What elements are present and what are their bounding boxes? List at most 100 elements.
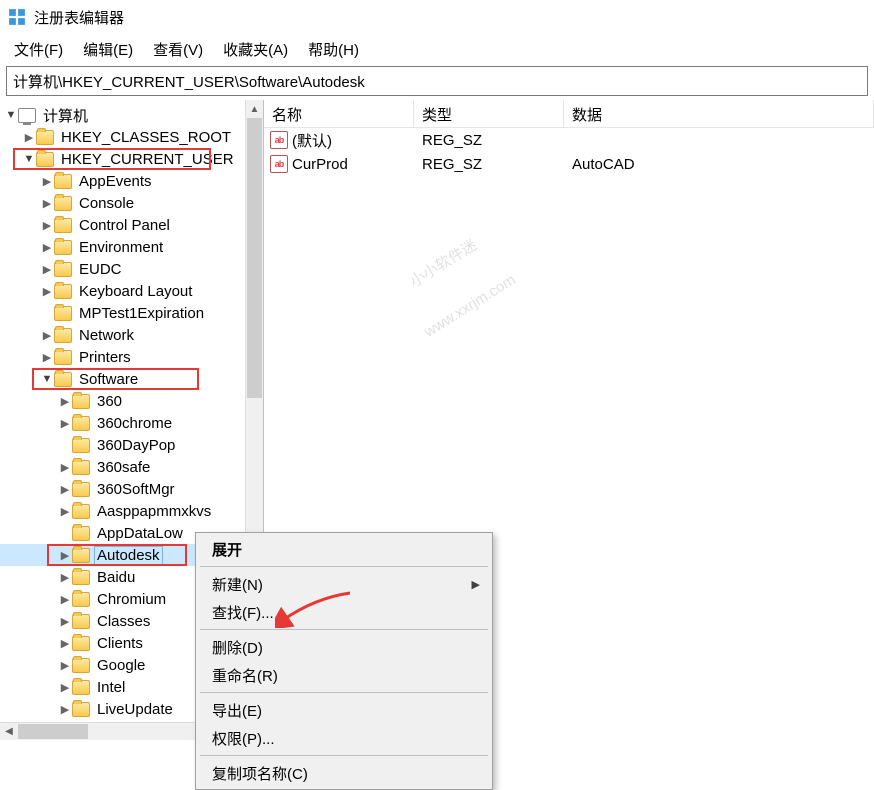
folder-icon	[72, 504, 90, 519]
tree-item[interactable]: Printers	[0, 346, 263, 368]
expand-icon[interactable]	[58, 483, 72, 496]
tree-item[interactable]: 360DayPop	[0, 434, 263, 456]
expand-icon[interactable]	[40, 263, 54, 276]
folder-icon	[36, 152, 54, 167]
computer-icon	[18, 108, 36, 123]
expand-icon[interactable]	[58, 681, 72, 694]
tree-item[interactable]: Environment	[0, 236, 263, 258]
tree-item[interactable]: Keyboard Layout	[0, 280, 263, 302]
ctx-expand[interactable]: 展开	[198, 535, 490, 563]
ctx-new[interactable]: 新建(N)▶	[198, 570, 490, 598]
expand-icon[interactable]	[58, 593, 72, 606]
expand-icon[interactable]	[58, 461, 72, 474]
ctx-rename[interactable]: 重命名(R)	[198, 661, 490, 689]
ctx-export[interactable]: 导出(E)	[198, 696, 490, 724]
path-text: 计算机\HKEY_CURRENT_USER\Software\Autodesk	[13, 71, 365, 92]
folder-icon	[72, 548, 90, 563]
folder-icon	[54, 174, 72, 189]
folder-icon	[36, 130, 54, 145]
expand-icon[interactable]	[58, 637, 72, 650]
tree-item[interactable]: EUDC	[0, 258, 263, 280]
expand-icon[interactable]	[40, 285, 54, 298]
expand-icon[interactable]	[58, 417, 72, 430]
tree-item[interactable]: 360	[0, 390, 263, 412]
titlebar: 注册表编辑器	[0, 0, 874, 34]
address-bar[interactable]: 计算机\HKEY_CURRENT_USER\Software\Autodesk	[6, 66, 868, 96]
folder-icon	[54, 372, 72, 387]
submenu-arrow-icon: ▶	[472, 578, 480, 591]
folder-icon	[54, 328, 72, 343]
expand-icon[interactable]	[40, 351, 54, 364]
tree-item[interactable]: 360SoftMgr	[0, 478, 263, 500]
value-row[interactable]: abCurProdREG_SZAutoCAD	[264, 152, 874, 176]
tree-item[interactable]: Software	[0, 368, 263, 390]
folder-icon	[72, 526, 90, 541]
expand-icon[interactable]	[22, 131, 36, 144]
expand-icon[interactable]	[58, 703, 72, 716]
tree-item[interactable]: Aasppapmmxkvs	[0, 500, 263, 522]
ctx-copyname[interactable]: 复制项名称(C)	[198, 759, 490, 787]
folder-icon	[54, 306, 72, 321]
folder-icon	[72, 482, 90, 497]
tree-hkcu[interactable]: HKEY_CURRENT_USER	[0, 148, 263, 170]
ctx-perm[interactable]: 权限(P)...	[198, 724, 490, 752]
ctx-find[interactable]: 查找(F)...	[198, 598, 490, 626]
expand-icon[interactable]	[58, 571, 72, 584]
ctx-separator	[200, 629, 488, 630]
col-name[interactable]: 名称	[264, 100, 414, 127]
values-header: 名称 类型 数据	[264, 100, 874, 128]
col-data[interactable]: 数据	[564, 100, 874, 127]
folder-icon	[54, 262, 72, 277]
expand-icon[interactable]	[40, 329, 54, 342]
value-row[interactable]: ab(默认)REG_SZ	[264, 128, 874, 152]
expand-icon[interactable]	[40, 241, 54, 254]
expand-icon[interactable]	[58, 505, 72, 518]
scroll-thumb[interactable]	[18, 724, 88, 739]
expand-icon[interactable]	[40, 197, 54, 210]
scroll-thumb[interactable]	[247, 118, 262, 398]
folder-icon	[54, 350, 72, 365]
folder-icon	[72, 614, 90, 629]
folder-icon	[72, 570, 90, 585]
expand-icon[interactable]	[40, 373, 54, 385]
expand-icon[interactable]	[58, 549, 72, 562]
expand-icon[interactable]	[4, 109, 18, 121]
folder-icon	[72, 460, 90, 475]
menu-file[interactable]: 文件(F)	[4, 35, 73, 64]
tree-item[interactable]: 360chrome	[0, 412, 263, 434]
menu-fav[interactable]: 收藏夹(A)	[213, 35, 298, 64]
tree-item[interactable]: Network	[0, 324, 263, 346]
scroll-left-icon[interactable]: ◀	[0, 723, 18, 740]
folder-icon	[54, 240, 72, 255]
folder-icon	[72, 680, 90, 695]
expand-icon[interactable]	[58, 659, 72, 672]
tree-item[interactable]: Control Panel	[0, 214, 263, 236]
string-value-icon: ab	[270, 131, 288, 149]
expand-icon[interactable]	[58, 615, 72, 628]
folder-icon	[72, 394, 90, 409]
regedit-icon	[8, 8, 26, 26]
col-type[interactable]: 类型	[414, 100, 564, 127]
scroll-up-icon[interactable]: ▲	[246, 100, 263, 118]
expand-icon[interactable]	[58, 395, 72, 408]
tree-item[interactable]: AppEvents	[0, 170, 263, 192]
ctx-delete[interactable]: 删除(D)	[198, 633, 490, 661]
tree-item[interactable]: MPTest1Expiration	[0, 302, 263, 324]
window-title: 注册表编辑器	[34, 7, 124, 28]
menu-edit[interactable]: 编辑(E)	[73, 35, 143, 64]
menu-view[interactable]: 查看(V)	[143, 35, 213, 64]
expand-icon[interactable]	[40, 175, 54, 188]
menu-help[interactable]: 帮助(H)	[298, 35, 369, 64]
ctx-separator	[200, 755, 488, 756]
folder-icon	[54, 284, 72, 299]
tree-item[interactable]: Console	[0, 192, 263, 214]
expand-icon[interactable]	[40, 219, 54, 232]
folder-icon	[72, 636, 90, 651]
ctx-separator	[200, 692, 488, 693]
tree-item[interactable]: 360safe	[0, 456, 263, 478]
expand-icon[interactable]	[22, 153, 36, 165]
menubar: 文件(F) 编辑(E) 查看(V) 收藏夹(A) 帮助(H)	[0, 34, 874, 64]
tree-hkcr[interactable]: HKEY_CLASSES_ROOT	[0, 126, 263, 148]
folder-icon	[54, 196, 72, 211]
tree-root[interactable]: 计算机	[0, 104, 263, 126]
